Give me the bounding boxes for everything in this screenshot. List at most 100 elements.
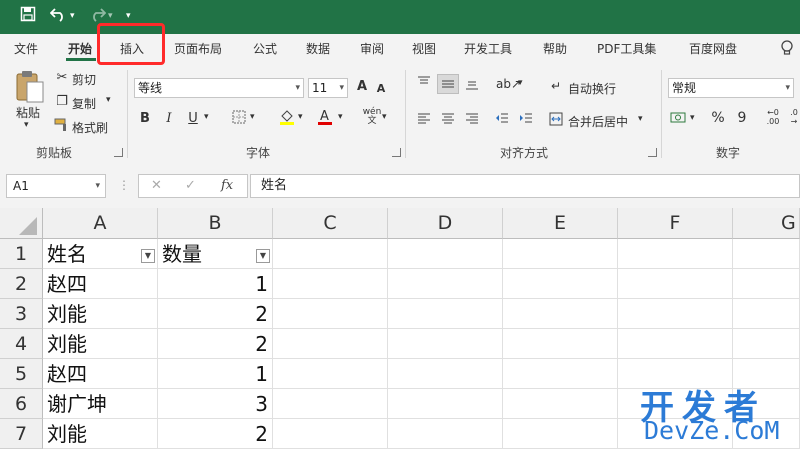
row-header-5[interactable]: 5 bbox=[0, 359, 43, 389]
cell[interactable] bbox=[503, 269, 618, 299]
table-row-qty[interactable]: 1 bbox=[158, 269, 273, 299]
paste-dropdown-icon[interactable]: ▾ bbox=[24, 120, 29, 130]
row-header-7[interactable]: 7 bbox=[0, 419, 43, 449]
underline-dropdown-icon[interactable]: ▾ bbox=[204, 112, 209, 122]
font-name-select[interactable]: 等线 ▾ bbox=[134, 78, 304, 98]
cell[interactable] bbox=[503, 329, 618, 359]
cell[interactable] bbox=[733, 269, 800, 299]
underline-button[interactable]: U bbox=[186, 111, 200, 127]
cut-icon[interactable]: ✂ bbox=[54, 70, 70, 86]
tab-view[interactable]: 视图 bbox=[412, 40, 436, 57]
cell[interactable] bbox=[273, 419, 388, 449]
align-right-icon[interactable] bbox=[464, 112, 480, 129]
cell[interactable] bbox=[503, 359, 618, 389]
cell[interactable] bbox=[273, 329, 388, 359]
insert-function-button[interactable]: fx bbox=[221, 178, 233, 193]
cell-a1[interactable]: 姓名 ▼ bbox=[43, 239, 158, 269]
filter-dropdown-icon[interactable]: ▼ bbox=[256, 249, 270, 263]
tab-formulas[interactable]: 公式 bbox=[253, 40, 277, 57]
undo-icon[interactable] bbox=[49, 6, 68, 27]
cell[interactable] bbox=[503, 419, 618, 449]
format-painter-button[interactable]: 格式刷 bbox=[72, 119, 108, 136]
merge-dropdown-icon[interactable]: ▾ bbox=[638, 114, 643, 124]
tab-developer[interactable]: 开发工具 bbox=[464, 40, 512, 57]
row-header-1[interactable]: 1 bbox=[0, 239, 43, 269]
table-row-qty[interactable]: 3 bbox=[158, 389, 273, 419]
name-box[interactable]: A1 ▾ bbox=[6, 174, 106, 198]
merge-center-button[interactable]: 合并后居中 bbox=[568, 113, 628, 130]
font-color-icon[interactable]: A bbox=[316, 108, 334, 131]
cell[interactable] bbox=[273, 359, 388, 389]
increase-decimal-icon[interactable]: ←0.00 bbox=[762, 108, 784, 126]
cell[interactable] bbox=[273, 269, 388, 299]
row-header-4[interactable]: 4 bbox=[0, 329, 43, 359]
tab-file[interactable]: 文件 bbox=[14, 40, 38, 57]
cell[interactable] bbox=[618, 329, 733, 359]
row-header-3[interactable]: 3 bbox=[0, 299, 43, 329]
column-header-g[interactable]: G bbox=[733, 208, 800, 239]
tab-page-layout[interactable]: 页面布局 bbox=[174, 40, 222, 57]
formula-input[interactable]: 姓名 bbox=[250, 174, 800, 198]
column-header-b[interactable]: B bbox=[158, 208, 273, 239]
column-header-c[interactable]: C bbox=[273, 208, 388, 239]
cell[interactable] bbox=[503, 299, 618, 329]
table-row-qty[interactable]: 2 bbox=[158, 299, 273, 329]
cell[interactable] bbox=[388, 299, 503, 329]
table-row-name[interactable]: 刘能 bbox=[43, 419, 158, 449]
phonetic-guide-icon[interactable]: wén 文 bbox=[362, 108, 382, 126]
top-align-icon[interactable] bbox=[416, 76, 432, 93]
italic-button[interactable]: I bbox=[162, 111, 176, 127]
font-launcher-icon[interactable] bbox=[392, 148, 401, 157]
row-header-2[interactable]: 2 bbox=[0, 269, 43, 299]
fill-color-dropdown-icon[interactable]: ▾ bbox=[298, 112, 303, 122]
filter-dropdown-icon[interactable]: ▼ bbox=[141, 249, 155, 263]
bottom-align-icon[interactable] bbox=[464, 76, 480, 95]
decrease-decimal-icon[interactable]: .0 → bbox=[788, 108, 800, 126]
lightbulb-icon[interactable] bbox=[780, 40, 794, 59]
currency-dropdown-icon[interactable]: ▾ bbox=[690, 113, 695, 123]
borders-dropdown-icon[interactable]: ▾ bbox=[250, 112, 255, 122]
tab-baidu-netdisk[interactable]: 百度网盘 bbox=[689, 40, 737, 57]
font-size-select[interactable]: 11 ▾ bbox=[308, 78, 348, 98]
cell[interactable] bbox=[503, 389, 618, 419]
cell[interactable] bbox=[388, 269, 503, 299]
chevron-down-icon[interactable]: ▾ bbox=[95, 175, 100, 197]
cell[interactable] bbox=[273, 389, 388, 419]
table-row-name[interactable]: 刘能 bbox=[43, 299, 158, 329]
merge-center-icon[interactable] bbox=[548, 112, 564, 131]
font-color-dropdown-icon[interactable]: ▾ bbox=[338, 112, 343, 122]
cell[interactable] bbox=[618, 299, 733, 329]
number-format-select[interactable]: 常规 ▾ bbox=[668, 78, 794, 98]
cell[interactable] bbox=[388, 239, 503, 269]
copy-dropdown-icon[interactable]: ▾ bbox=[106, 95, 111, 105]
cut-button[interactable]: 剪切 bbox=[72, 71, 96, 88]
comma-style-button[interactable]: 9 bbox=[734, 110, 750, 126]
format-painter-icon[interactable] bbox=[54, 118, 70, 137]
undo-dropdown-icon[interactable]: ▾ bbox=[70, 6, 75, 26]
table-row-qty[interactable]: 2 bbox=[158, 419, 273, 449]
cell[interactable] bbox=[503, 239, 618, 269]
tab-data[interactable]: 数据 bbox=[306, 40, 330, 57]
cell[interactable] bbox=[388, 419, 503, 449]
cell[interactable] bbox=[388, 389, 503, 419]
table-row-name[interactable]: 刘能 bbox=[43, 329, 158, 359]
copy-button[interactable]: 复制 bbox=[72, 95, 96, 112]
cell[interactable] bbox=[273, 299, 388, 329]
tab-review[interactable]: 审阅 bbox=[360, 40, 384, 57]
cell[interactable] bbox=[733, 239, 800, 269]
decrease-font-icon[interactable]: A bbox=[374, 81, 388, 97]
table-row-qty[interactable]: 2 bbox=[158, 329, 273, 359]
formula-bar-splitter-icon[interactable]: ⋮ bbox=[118, 178, 130, 192]
cell[interactable] bbox=[388, 359, 503, 389]
decrease-indent-icon[interactable] bbox=[494, 112, 510, 129]
orientation-icon[interactable]: ab↗ bbox=[496, 76, 521, 92]
column-header-a[interactable]: A bbox=[43, 208, 158, 239]
tab-home[interactable]: 开始 bbox=[68, 40, 92, 57]
alignment-launcher-icon[interactable] bbox=[648, 148, 657, 157]
cell[interactable] bbox=[273, 239, 388, 269]
column-header-e[interactable]: E bbox=[503, 208, 618, 239]
middle-align-button[interactable] bbox=[437, 74, 459, 94]
clipboard-launcher-icon[interactable] bbox=[114, 148, 123, 157]
fill-color-icon[interactable] bbox=[278, 108, 296, 131]
enter-icon[interactable]: ✓ bbox=[185, 178, 196, 193]
